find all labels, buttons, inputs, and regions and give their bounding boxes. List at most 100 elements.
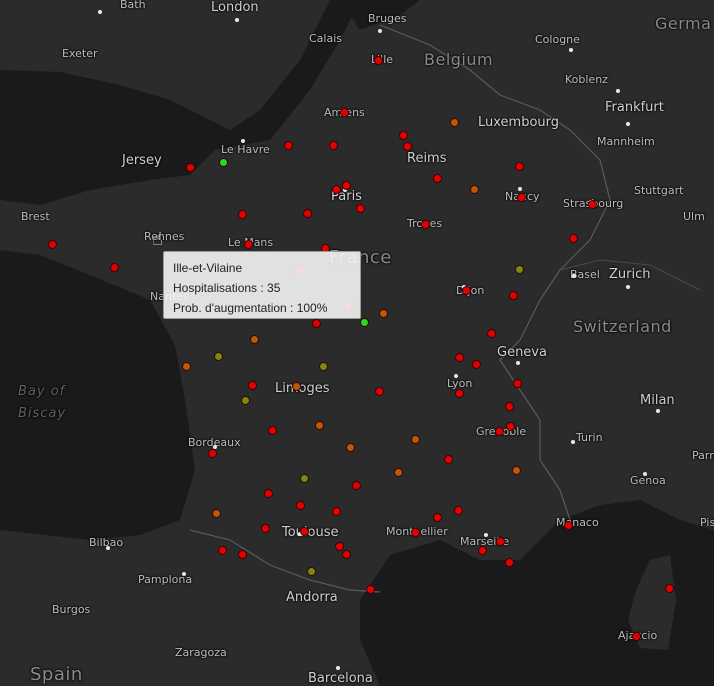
department-marker[interactable]: [311, 318, 321, 328]
department-marker[interactable]: [249, 334, 259, 344]
city-marker: [182, 572, 186, 576]
place-label: Monaco: [556, 516, 599, 529]
department-marker[interactable]: [508, 290, 518, 300]
department-marker[interactable]: [218, 157, 228, 167]
place-label: Rennes: [144, 230, 185, 243]
department-marker[interactable]: [432, 512, 442, 522]
department-marker[interactable]: [494, 426, 504, 436]
department-marker[interactable]: [207, 448, 217, 458]
department-marker[interactable]: [365, 584, 375, 594]
department-marker[interactable]: [217, 545, 227, 555]
department-marker[interactable]: [341, 549, 351, 559]
department-marker[interactable]: [374, 386, 384, 396]
department-marker[interactable]: [398, 130, 408, 140]
department-marker[interactable]: [306, 566, 316, 576]
department-marker[interactable]: [443, 454, 453, 464]
place-label: Mannheim: [597, 135, 655, 148]
department-marker[interactable]: [514, 264, 524, 274]
department-marker[interactable]: [339, 107, 349, 117]
department-marker[interactable]: [355, 203, 365, 213]
department-marker[interactable]: [432, 173, 442, 183]
place-label: Frankfurt: [605, 100, 664, 115]
department-marker[interactable]: [504, 557, 514, 567]
city-marker: [484, 533, 488, 537]
department-marker[interactable]: [237, 209, 247, 219]
department-marker[interactable]: [420, 219, 430, 229]
department-marker[interactable]: [247, 380, 257, 390]
department-marker[interactable]: [345, 442, 355, 452]
department-marker[interactable]: [477, 545, 487, 555]
city-marker: [643, 472, 647, 476]
department-marker[interactable]: [402, 141, 412, 151]
department-marker[interactable]: [664, 583, 674, 593]
department-marker[interactable]: [486, 328, 496, 338]
department-marker[interactable]: [512, 378, 522, 388]
department-marker[interactable]: [453, 505, 463, 515]
department-marker[interactable]: [299, 526, 309, 536]
department-marker[interactable]: [495, 536, 505, 546]
department-marker[interactable]: [243, 239, 253, 249]
department-marker[interactable]: [211, 508, 221, 518]
department-marker[interactable]: [318, 361, 328, 371]
department-marker[interactable]: [334, 541, 344, 551]
department-marker[interactable]: [328, 140, 338, 150]
department-marker[interactable]: [449, 117, 459, 127]
place-label: Parm: [692, 449, 714, 462]
city-marker: [378, 29, 382, 33]
place-label: Turin: [576, 431, 603, 444]
place-label: Germa: [655, 14, 712, 33]
tooltip-hospitalisations: Hospitalisations : 35: [173, 278, 351, 298]
department-marker[interactable]: [454, 352, 464, 362]
department-marker[interactable]: [351, 480, 361, 490]
department-marker[interactable]: [514, 161, 524, 171]
city-marker: [626, 122, 630, 126]
department-marker[interactable]: [185, 162, 195, 172]
department-marker[interactable]: [260, 523, 270, 533]
department-marker[interactable]: [461, 285, 471, 295]
department-marker[interactable]: [331, 184, 341, 194]
place-label: London: [211, 0, 259, 15]
place-label: Spain: [30, 664, 83, 685]
department-marker[interactable]: [283, 140, 293, 150]
department-marker[interactable]: [373, 55, 383, 65]
department-marker[interactable]: [568, 233, 578, 243]
department-marker[interactable]: [267, 425, 277, 435]
department-marker[interactable]: [631, 631, 641, 641]
department-marker[interactable]: [341, 180, 351, 190]
department-marker[interactable]: [410, 434, 420, 444]
department-marker[interactable]: [359, 317, 369, 327]
department-marker[interactable]: [213, 351, 223, 361]
department-marker[interactable]: [410, 527, 420, 537]
department-marker[interactable]: [511, 465, 521, 475]
department-marker[interactable]: [181, 361, 191, 371]
department-marker[interactable]: [331, 506, 341, 516]
place-label: Belgium: [424, 50, 494, 69]
place-label: Cologne: [535, 33, 580, 46]
department-marker[interactable]: [240, 395, 250, 405]
department-marker[interactable]: [454, 388, 464, 398]
department-marker[interactable]: [302, 208, 312, 218]
department-marker[interactable]: [516, 192, 526, 202]
department-marker[interactable]: [393, 467, 403, 477]
department-marker[interactable]: [314, 420, 324, 430]
department-marker[interactable]: [291, 381, 301, 391]
department-marker[interactable]: [295, 500, 305, 510]
department-marker[interactable]: [471, 359, 481, 369]
department-marker[interactable]: [469, 184, 479, 194]
department-marker[interactable]: [109, 262, 119, 272]
department-marker[interactable]: [563, 520, 573, 530]
probability-value: 100%: [296, 301, 328, 315]
department-marker[interactable]: [263, 488, 273, 498]
city-marker: [626, 285, 630, 289]
place-label: Stuttgart: [634, 184, 684, 197]
department-marker[interactable]: [587, 199, 597, 209]
department-marker[interactable]: [299, 473, 309, 483]
department-marker[interactable]: [47, 239, 57, 249]
department-marker[interactable]: [237, 549, 247, 559]
department-marker[interactable]: [378, 308, 388, 318]
city-marker: [516, 361, 520, 365]
department-marker[interactable]: [505, 421, 515, 431]
map-view[interactable]: Bath London Bruges Germa Calais Cologne Exeter…: [0, 0, 714, 686]
department-marker[interactable]: [504, 401, 514, 411]
place-label: Geneva: [497, 345, 547, 360]
